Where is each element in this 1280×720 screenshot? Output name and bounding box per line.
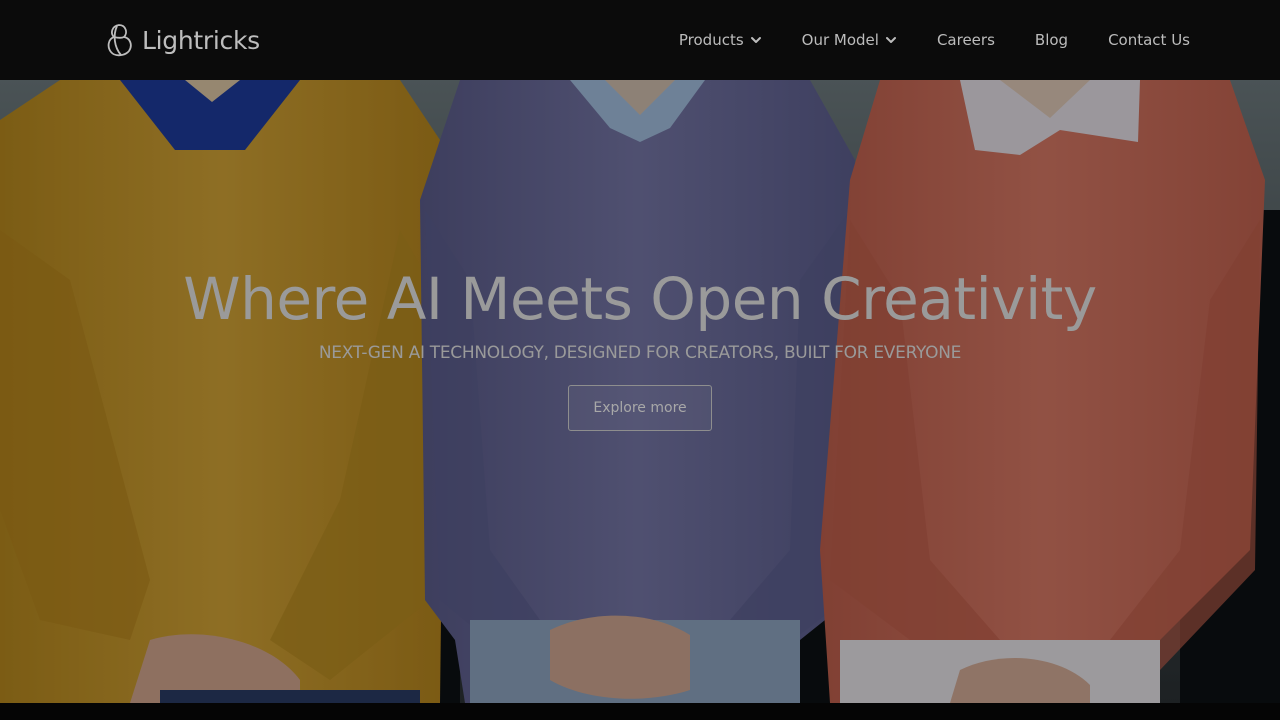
- hero-content: Where AI Meets Open Creativity NEXT-GEN …: [0, 266, 1280, 431]
- chevron-down-icon: [750, 37, 761, 43]
- site-header: Lightricks Products Our Model Careers Bl…: [0, 0, 1280, 80]
- explore-more-label: Explore more: [593, 399, 687, 416]
- nav-item-products[interactable]: Products: [679, 31, 762, 49]
- page: Lightricks Products Our Model Careers Bl…: [0, 0, 1280, 720]
- nav-item-contact-us[interactable]: Contact Us: [1108, 31, 1190, 49]
- explore-more-button[interactable]: Explore more: [568, 384, 712, 431]
- nav-item-label: Contact Us: [1108, 31, 1190, 49]
- hero-subtitle: NEXT-GEN AI TECHNOLOGY, DESIGNED FOR CRE…: [318, 342, 962, 363]
- brand-name: Lightricks: [142, 25, 260, 55]
- brand-logo-link[interactable]: Lightricks: [105, 23, 260, 57]
- hero-title: Where AI Meets Open Creativity: [183, 265, 1097, 333]
- chevron-down-icon: [885, 37, 896, 43]
- main-nav: Products Our Model Careers Blog Contact …: [679, 31, 1190, 49]
- lightricks-logo-icon: [107, 24, 132, 57]
- hero-section: Where AI Meets Open Creativity NEXT-GEN …: [0, 80, 1280, 703]
- nav-item-blog[interactable]: Blog: [1035, 31, 1068, 49]
- page-bottom-strip: [0, 703, 1280, 720]
- nav-item-label: Our Model: [801, 31, 879, 49]
- nav-item-label: Blog: [1034, 31, 1069, 49]
- nav-item-careers[interactable]: Careers: [937, 31, 995, 49]
- nav-item-label: Careers: [936, 31, 995, 49]
- nav-item-label: Products: [678, 31, 744, 49]
- nav-item-our-model[interactable]: Our Model: [802, 31, 897, 49]
